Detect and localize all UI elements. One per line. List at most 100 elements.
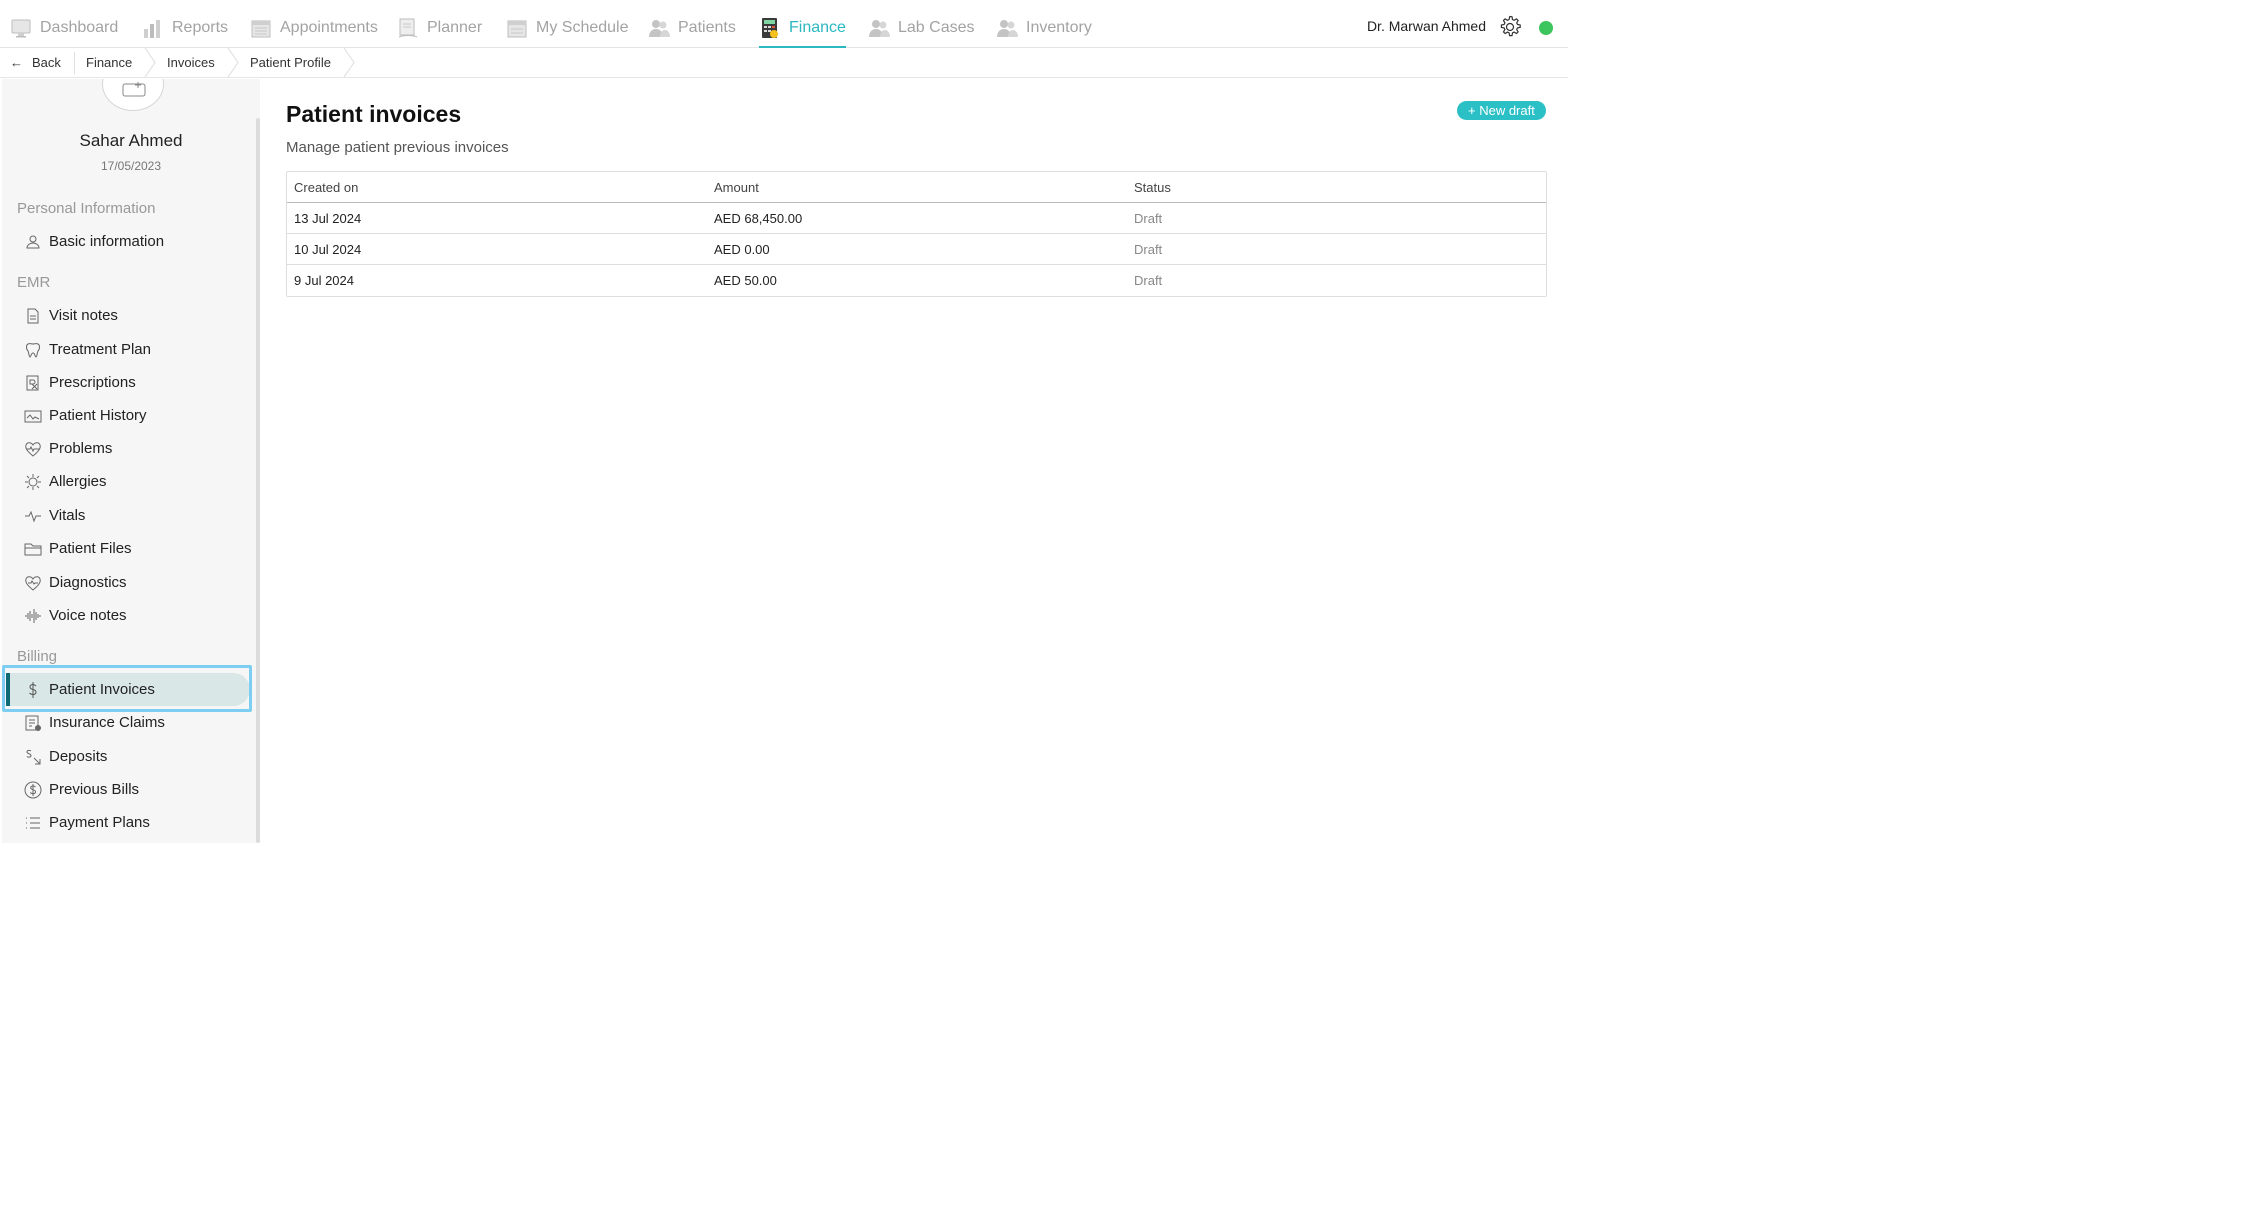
sidebar-item-vitals[interactable]: Vitals [6, 499, 250, 532]
page-subtitle: Manage patient previous invoices [286, 139, 509, 156]
document-icon [27, 308, 39, 323]
patient-date: 17/05/2023 [100, 159, 162, 173]
sidebar-item-label: Insurance Claims [49, 714, 165, 731]
sidebar-item-basic-information[interactable]: Basic information [6, 225, 250, 258]
nav-item-patients[interactable]: Patients [648, 8, 736, 47]
camera-add-icon [122, 82, 146, 97]
column-header-amount[interactable]: Amount [714, 172, 759, 202]
patient-sidebar: Sahar Ahmed 17/05/2023 Personal Informat… [2, 79, 260, 843]
avatar[interactable] [102, 79, 164, 111]
sidebar-item-label: Vitals [49, 507, 86, 524]
calculator-icon [762, 17, 778, 38]
sidebar-item-insurance-claims[interactable]: Insurance Claims [6, 706, 250, 739]
nav-label: Appointments [280, 18, 378, 36]
breadcrumb-patient-profile[interactable]: Patient Profile [250, 48, 331, 77]
calendar-icon [251, 20, 271, 37]
breadcrumb-label: Invoices [167, 55, 215, 70]
sidebar-item-label: Problems [49, 440, 113, 457]
sidebar-item-label: Visit notes [49, 307, 118, 324]
table-row[interactable]: 13 Jul 2024 AED 68,450.00 Draft [287, 203, 1546, 234]
sidebar-item-visit-notes[interactable]: Visit notes [6, 299, 250, 332]
history-icon [24, 410, 42, 422]
sidebar-item-patient-files[interactable]: Patient Files [6, 532, 250, 565]
nav-item-appointments[interactable]: Appointments [250, 8, 378, 47]
users-icon [869, 19, 890, 37]
main-content: Patient invoices Manage patient previous… [260, 79, 1568, 843]
sidebar-item-label: Diagnostics [49, 574, 127, 591]
user-name[interactable]: Dr. Marwan Ahmed [1367, 18, 1486, 34]
users-icon [649, 19, 670, 37]
sidebar-item-allergies[interactable]: Allergies [6, 465, 250, 498]
breadcrumb: ← Back Finance Invoices Patient Profile [0, 48, 1568, 78]
sidebar-item-payment-plans[interactable]: Payment Plans [6, 806, 250, 839]
sidebar-item-previous-bills[interactable]: Previous Bills [6, 773, 250, 806]
sidebar-item-label: Deposits [49, 748, 108, 765]
folder-icon [24, 543, 42, 555]
online-status-indicator [1539, 21, 1553, 35]
sidebar-item-problems[interactable]: Problems [6, 432, 250, 465]
sidebar-item-voice-notes[interactable]: Voice notes [6, 599, 250, 632]
sidebar-item-label: Voice notes [49, 607, 127, 624]
cell-status: Draft [1134, 241, 1163, 257]
sidebar-item-diagnostics[interactable]: Diagnostics [6, 566, 250, 599]
list-icon [26, 817, 40, 828]
nav-item-my-schedule[interactable]: My Schedule [506, 8, 629, 47]
sidebar-item-patient-invoices[interactable]: Patient Invoices [6, 673, 250, 706]
gear-icon[interactable] [1498, 15, 1522, 39]
cell-amount: AED 50.00 [714, 272, 777, 288]
sidebar-item-label: Patient Files [49, 540, 132, 557]
deposit-icon [26, 749, 41, 764]
nav-item-finance[interactable]: Finance [759, 8, 846, 48]
cell-created-on: 9 Jul 2024 [294, 272, 354, 288]
nav-item-lab-cases[interactable]: Lab Cases [868, 8, 975, 47]
sidebar-item-prescriptions[interactable]: Prescriptions [6, 366, 250, 399]
nav-label: Reports [172, 18, 229, 36]
sidebar-item-treatment-plan[interactable]: Treatment Plan [6, 333, 250, 366]
nav-item-inventory[interactable]: Inventory [996, 8, 1092, 47]
nav-item-planner[interactable]: Planner [397, 8, 482, 47]
sidebar-item-label: Patient History [49, 407, 147, 424]
invoices-table: Created on Amount Status 13 Jul 2024 AED… [286, 171, 1547, 297]
table-row[interactable]: 9 Jul 2024 AED 50.00 Draft [287, 265, 1546, 296]
sidebar-item-label: Payment Plans [49, 814, 150, 831]
chevron-separator-icon [343, 48, 355, 77]
diagnostics-icon [25, 575, 41, 591]
sidebar-item-deposits[interactable]: Deposits [6, 740, 250, 773]
nav-label: Planner [427, 18, 483, 36]
back-button[interactable]: ← Back [10, 48, 61, 77]
nav-label: Dashboard [40, 18, 119, 36]
breadcrumb-finance[interactable]: Finance [86, 48, 132, 77]
rx-icon [26, 375, 39, 390]
schedule-icon [507, 20, 527, 37]
table-row[interactable]: 10 Jul 2024 AED 0.00 Draft [287, 234, 1546, 265]
patient-name: Sahar Ahmed [79, 131, 183, 150]
breadcrumb-invoices[interactable]: Invoices [167, 48, 215, 77]
cell-created-on: 13 Jul 2024 [294, 210, 362, 226]
divider [74, 52, 75, 74]
column-header-created-on[interactable]: Created on [294, 172, 358, 202]
nav-label: Inventory [1026, 18, 1092, 36]
nav-item-reports[interactable]: Reports [142, 8, 228, 47]
column-header-status[interactable]: Status [1134, 172, 1171, 202]
new-draft-button[interactable]: + New draft [1457, 101, 1546, 120]
tooth-icon [26, 342, 40, 358]
arrow-left-icon: ← [10, 55, 23, 70]
top-navigation: Dashboard Reports Appointments Planner M… [0, 8, 1568, 48]
sidebar-item-patient-history[interactable]: Patient History [6, 399, 250, 432]
person-icon [26, 235, 40, 248]
chevron-separator-icon [227, 48, 239, 77]
section-personal-information: Personal Information [17, 200, 156, 217]
heartbeat-icon [25, 441, 41, 457]
planner-icon [398, 18, 418, 37]
claim-icon [25, 715, 41, 731]
nav-item-dashboard[interactable]: Dashboard [10, 8, 118, 47]
pulse-icon [25, 510, 41, 522]
cell-amount: AED 0.00 [714, 241, 770, 257]
cell-status: Draft [1134, 210, 1163, 226]
sidebar-item-label: Prescriptions [49, 374, 136, 391]
back-label: Back [32, 55, 61, 70]
sidebar-item-label: Treatment Plan [49, 341, 151, 358]
sidebar-item-label: Patient Invoices [49, 681, 155, 698]
table-header-row: Created on Amount Status [287, 172, 1546, 203]
nav-label: My Schedule [536, 18, 629, 36]
